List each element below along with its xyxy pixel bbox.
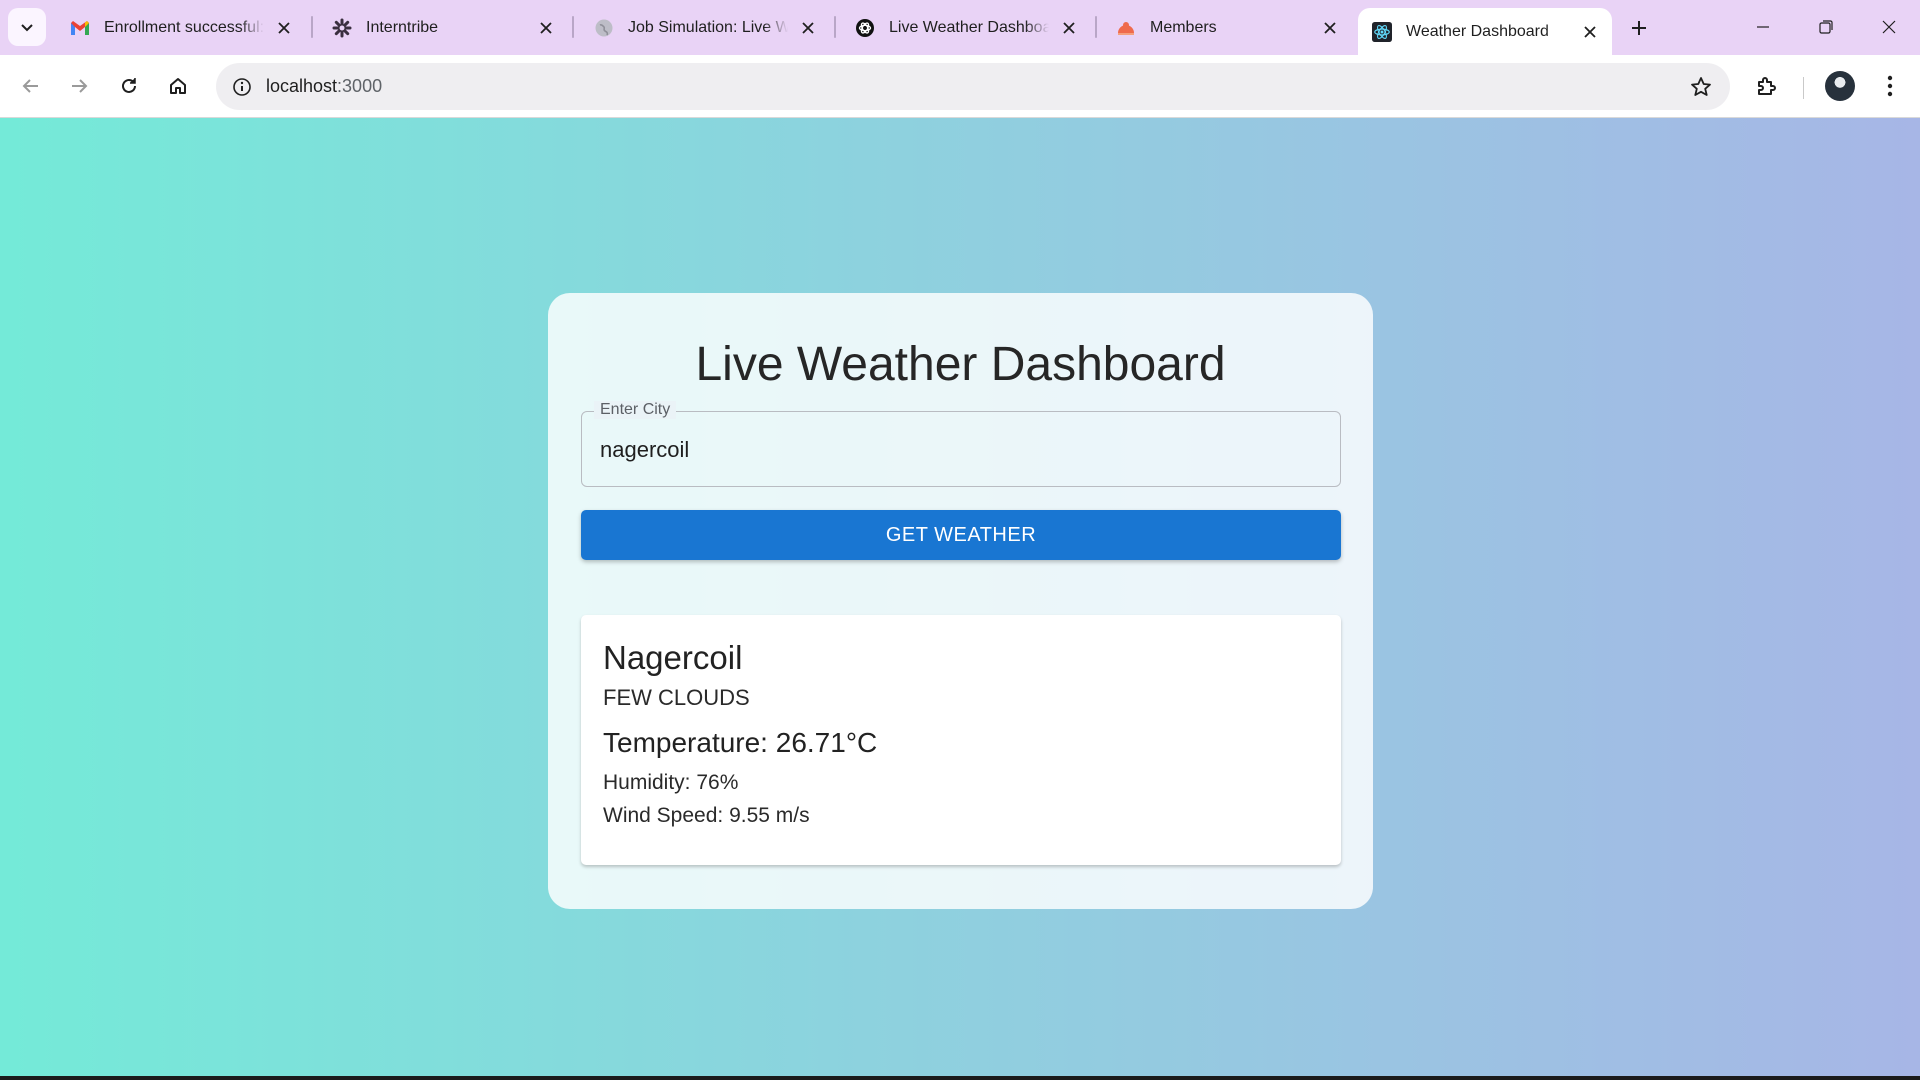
result-temperature: Temperature: 26.71°C: [603, 727, 878, 758]
weather-result-card: Nagercoil FEW CLOUDS Temperature: 26.71°…: [581, 615, 1341, 865]
arrow-left-icon: [22, 79, 38, 93]
browser-toolbar: localhost:3000: [0, 55, 1920, 118]
get-weather-button[interactable]: GET WEATHER: [581, 510, 1341, 560]
plus-icon: [1632, 21, 1646, 35]
minimize-icon: [1757, 26, 1769, 28]
arrow-right-icon: [72, 79, 88, 93]
result-humidity: Humidity: 76%: [603, 771, 739, 794]
close-tab-icon[interactable]: [1057, 16, 1081, 40]
address-bar[interactable]: localhost:3000: [216, 63, 1730, 110]
minimize-button[interactable]: [1743, 8, 1783, 46]
tab-members[interactable]: Members: [1102, 8, 1352, 47]
members-icon: [1116, 18, 1136, 38]
tab-separator: [572, 16, 574, 38]
dashboard-card: Live Weather Dashboard Enter City GET WE…: [548, 293, 1373, 909]
city-field[interactable]: Enter City: [581, 401, 1341, 488]
react-icon: [1372, 21, 1392, 42]
info-icon[interactable]: [230, 75, 254, 99]
bookmark-star-icon[interactable]: [1688, 74, 1714, 100]
close-window-button[interactable]: [1869, 8, 1909, 46]
openai-icon: [855, 18, 875, 38]
tab-separator: [834, 16, 836, 38]
interntribe-icon: [332, 18, 352, 38]
gmail-icon: [70, 18, 90, 38]
tab-title: Weather Dashboard: [1406, 22, 1549, 40]
tab-separator: [311, 16, 313, 38]
result-description: FEW CLOUDS: [603, 685, 750, 710]
url-text[interactable]: localhost:3000: [266, 76, 382, 97]
chevron-down-icon: [21, 24, 33, 32]
tab-separator: [1095, 16, 1097, 38]
back-button[interactable]: [14, 69, 48, 103]
url-host: localhost: [266, 76, 338, 96]
reload-button[interactable]: [112, 69, 146, 103]
tab-job-simulation[interactable]: Job Simulation: Live Wea: [580, 8, 830, 47]
taskbar-edge: [0, 1076, 1920, 1080]
tab-gmail[interactable]: Enrollment successful: In: [56, 8, 306, 47]
puzzle-icon: [1758, 77, 1776, 95]
close-tab-icon[interactable]: [796, 16, 820, 40]
page-viewport: Live Weather Dashboard Enter City GET WE…: [0, 118, 1920, 1076]
reload-icon: [122, 78, 136, 93]
close-tab-icon[interactable]: [1578, 20, 1602, 44]
result-city: Nagercoil: [603, 639, 743, 676]
result-wind-speed: Wind Speed: 9.55 m/s: [603, 804, 810, 827]
globe-icon: [594, 18, 614, 38]
tab-interntribe[interactable]: Interntribe: [318, 8, 568, 47]
restore-icon: [1819, 20, 1833, 34]
menu-button[interactable]: [1873, 69, 1907, 103]
new-tab-button[interactable]: [1624, 13, 1654, 43]
close-tab-icon[interactable]: [534, 16, 558, 40]
tab-live-weather-dashboard[interactable]: Live Weather Dashboard: [841, 8, 1091, 47]
toolbar-divider: [1803, 77, 1804, 99]
more-vert-icon: [1887, 75, 1893, 97]
close-tab-icon[interactable]: [1318, 16, 1342, 40]
city-input[interactable]: [600, 412, 1320, 488]
home-button[interactable]: [161, 69, 195, 103]
tab-search-button[interactable]: [8, 8, 46, 46]
page-title: Live Weather Dashboard: [695, 338, 1226, 391]
profile-avatar[interactable]: [1825, 71, 1855, 101]
tab-title: Job Simulation: Live Wea: [628, 18, 788, 36]
close-tab-icon[interactable]: [272, 16, 296, 40]
tab-weather-dashboard[interactable]: Weather Dashboard: [1358, 8, 1612, 55]
tab-title: Members: [1150, 18, 1217, 36]
restore-button[interactable]: [1806, 8, 1846, 46]
tab-title: Live Weather Dashboard: [889, 18, 1049, 36]
home-icon: [170, 78, 186, 94]
tab-title: Interntribe: [366, 18, 439, 36]
extensions-button[interactable]: [1750, 69, 1784, 103]
tab-title: Enrollment successful: In: [104, 18, 264, 36]
close-icon: [1882, 20, 1896, 34]
tab-strip: Enrollment successful: In Interntribe Jo…: [0, 0, 1920, 55]
forward-button[interactable]: [62, 69, 96, 103]
url-port: :3000: [337, 76, 383, 96]
